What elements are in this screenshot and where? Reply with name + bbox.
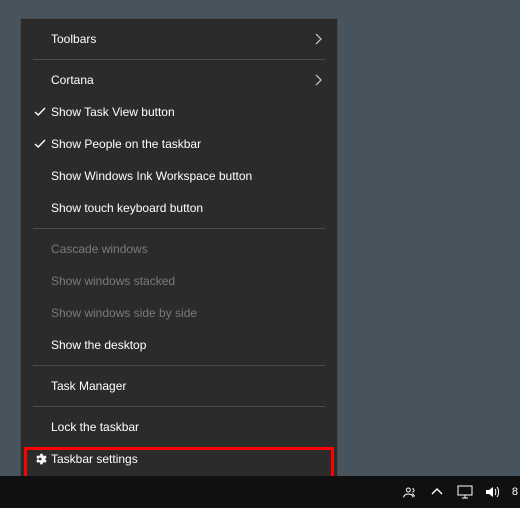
menu-label: Show People on the taskbar <box>51 137 323 151</box>
check-icon <box>29 138 51 150</box>
menu-label: Show windows stacked <box>51 274 323 288</box>
menu-label: Toolbars <box>51 32 315 46</box>
people-icon[interactable] <box>400 483 418 501</box>
menu-item-show-ink[interactable]: Show Windows Ink Workspace button <box>21 160 337 192</box>
separator <box>33 406 325 407</box>
separator <box>33 365 325 366</box>
check-icon <box>29 106 51 118</box>
menu-item-show-desktop[interactable]: Show the desktop <box>21 329 337 361</box>
menu-item-show-task-view[interactable]: Show Task View button <box>21 96 337 128</box>
menu-item-toolbars[interactable]: Toolbars <box>21 23 337 55</box>
separator <box>33 59 325 60</box>
menu-label: Taskbar settings <box>51 452 323 466</box>
menu-item-task-manager[interactable]: Task Manager <box>21 370 337 402</box>
system-tray: 8 <box>400 483 518 501</box>
volume-icon[interactable] <box>484 483 502 501</box>
menu-item-side-by-side: Show windows side by side <box>21 297 337 329</box>
chevron-up-icon[interactable] <box>428 483 446 501</box>
menu-label: Show Windows Ink Workspace button <box>51 169 323 183</box>
chevron-right-icon <box>315 74 323 86</box>
menu-item-stacked: Show windows stacked <box>21 265 337 297</box>
menu-item-show-people[interactable]: Show People on the taskbar <box>21 128 337 160</box>
menu-item-taskbar-settings[interactable]: Taskbar settings <box>21 443 337 475</box>
menu-item-cascade: Cascade windows <box>21 233 337 265</box>
chevron-right-icon <box>315 33 323 45</box>
menu-label: Show touch keyboard button <box>51 201 323 215</box>
menu-item-cortana[interactable]: Cortana <box>21 64 337 96</box>
gear-icon <box>29 452 51 466</box>
menu-item-show-touch-keyboard[interactable]: Show touch keyboard button <box>21 192 337 224</box>
monitor-icon[interactable] <box>456 483 474 501</box>
menu-label: Show Task View button <box>51 105 323 119</box>
menu-label: Show the desktop <box>51 338 323 352</box>
menu-label: Cortana <box>51 73 315 87</box>
menu-item-lock-taskbar[interactable]: Lock the taskbar <box>21 411 337 443</box>
separator <box>33 228 325 229</box>
menu-label: Task Manager <box>51 379 323 393</box>
taskbar-context-menu: Toolbars Cortana Show Task View button S… <box>20 18 338 480</box>
menu-label: Lock the taskbar <box>51 420 323 434</box>
taskbar[interactable]: 8 <box>0 476 520 508</box>
menu-label: Cascade windows <box>51 242 323 256</box>
clock-partial[interactable]: 8 <box>512 487 518 498</box>
menu-label: Show windows side by side <box>51 306 323 320</box>
